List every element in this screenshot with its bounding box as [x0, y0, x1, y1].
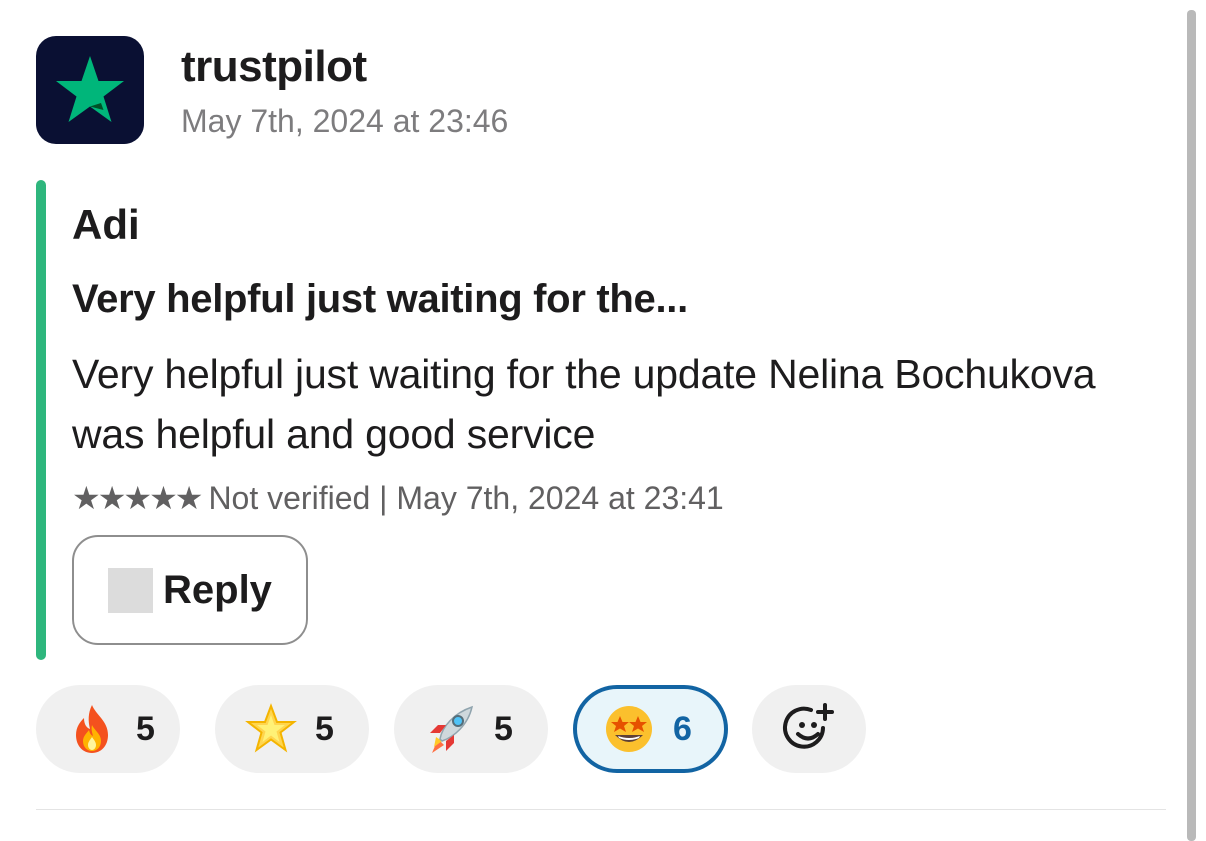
rocket-emoji	[424, 703, 476, 755]
add-reaction-button[interactable]	[752, 685, 866, 773]
star-rating: ★★★★★	[72, 480, 203, 516]
review-author: Adi	[72, 201, 140, 248]
review-title: Very helpful just waiting for the...	[72, 277, 688, 321]
reaction-count: 6	[673, 710, 692, 748]
add-reaction-icon	[783, 703, 834, 749]
reaction-fire[interactable]: 5	[36, 685, 180, 773]
trustpilot-star-icon	[56, 56, 124, 122]
reaction-count: 5	[136, 710, 155, 748]
fire-emoji	[66, 703, 118, 755]
review-meta: ★★★★★ Not verified | May 7th, 2024 at 23:…	[72, 476, 724, 520]
message-timestamp[interactable]: May 7th, 2024 at 23:46	[181, 100, 508, 142]
message-divider	[36, 809, 1166, 810]
avatar[interactable]	[36, 36, 144, 144]
reaction-star-struck[interactable]: 6	[573, 685, 728, 773]
attachment-accent-bar	[36, 180, 46, 660]
reaction-count: 5	[494, 710, 513, 748]
review-meta-text: Not verified | May 7th, 2024 at 23:41	[208, 480, 724, 516]
scrollbar[interactable]	[1187, 10, 1196, 841]
reply-button[interactable]: Reply	[72, 535, 308, 645]
review-attachment: Adi Very helpful just waiting for the...…	[36, 180, 1166, 660]
star-struck-emoji	[603, 703, 655, 755]
sender-name[interactable]: trustpilot	[181, 40, 367, 94]
slack-message: trustpilot May 7th, 2024 at 23:46 Adi Ve…	[0, 0, 1206, 841]
star-emoji	[245, 703, 297, 755]
reply-icon	[108, 567, 153, 613]
reply-label: Reply	[163, 568, 272, 612]
reaction-rocket[interactable]: 5	[394, 685, 548, 773]
review-body: Very helpful just waiting for the update…	[72, 351, 1096, 457]
reaction-star[interactable]: 5	[215, 685, 369, 773]
reaction-count: 5	[315, 710, 334, 748]
